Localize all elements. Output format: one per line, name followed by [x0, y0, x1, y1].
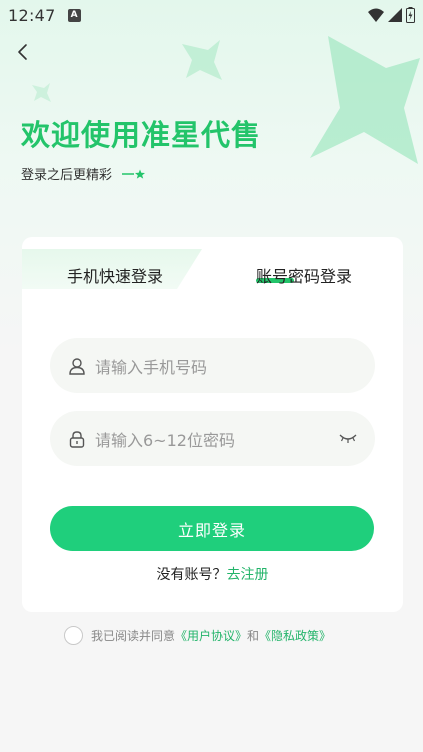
agreement-and: 和 [247, 629, 260, 643]
status-icons [368, 7, 415, 23]
star-decoration-icon [182, 40, 222, 80]
page-title: 欢迎使用准星代售 [21, 118, 262, 152]
user-agreement-link[interactable]: 《用户协议》 [175, 627, 247, 644]
status-time: 12:47 [8, 5, 56, 25]
password-input[interactable]: 请输入6~12位密码 [50, 411, 375, 466]
arrow-star-icon [122, 169, 146, 179]
login-button[interactable]: 立即登录 [50, 506, 374, 551]
user-icon [68, 357, 86, 375]
agreement-row: 我已阅读并同意 《用户协议》 和 《隐私政策》 [64, 626, 331, 645]
star-decoration-icon [310, 36, 420, 164]
phone-input[interactable]: 请输入手机号码 [50, 338, 375, 393]
battery-icon [406, 7, 415, 23]
phone-placeholder: 请输入手机号码 [95, 357, 208, 377]
privacy-policy-link[interactable]: 《隐私政策》 [259, 627, 331, 644]
status-bar: 12:47 A [0, 0, 423, 30]
wifi-icon [368, 8, 384, 22]
tab-phone-login[interactable]: 手机快速登录 [67, 263, 163, 287]
login-tabs: 手机快速登录 账号密码登录 [22, 237, 403, 289]
no-account-text: 没有账号？ [156, 567, 227, 583]
signal-icon [388, 8, 402, 22]
page-subtitle: 登录之后更精彩 [21, 164, 146, 183]
star-decoration-icon [32, 83, 51, 102]
login-card: 手机快速登录 账号密码登录 请输入手机号码 请输入6~12位密码 立即登录 没有… [22, 237, 403, 612]
register-link[interactable]: 去注册 [227, 567, 269, 583]
register-prompt: 没有账号？去注册 [22, 564, 403, 584]
tab-password-login[interactable]: 账号密码登录 [256, 263, 352, 287]
lock-icon [68, 430, 86, 448]
eye-closed-icon[interactable] [339, 431, 357, 445]
password-placeholder: 请输入6~12位密码 [95, 430, 235, 450]
subtitle-text: 登录之后更精彩 [21, 168, 113, 183]
agreement-prefix: 我已阅读并同意 [91, 629, 176, 643]
notification-icon: A [67, 8, 81, 22]
agree-checkbox[interactable] [64, 626, 83, 645]
back-icon[interactable] [12, 40, 36, 64]
